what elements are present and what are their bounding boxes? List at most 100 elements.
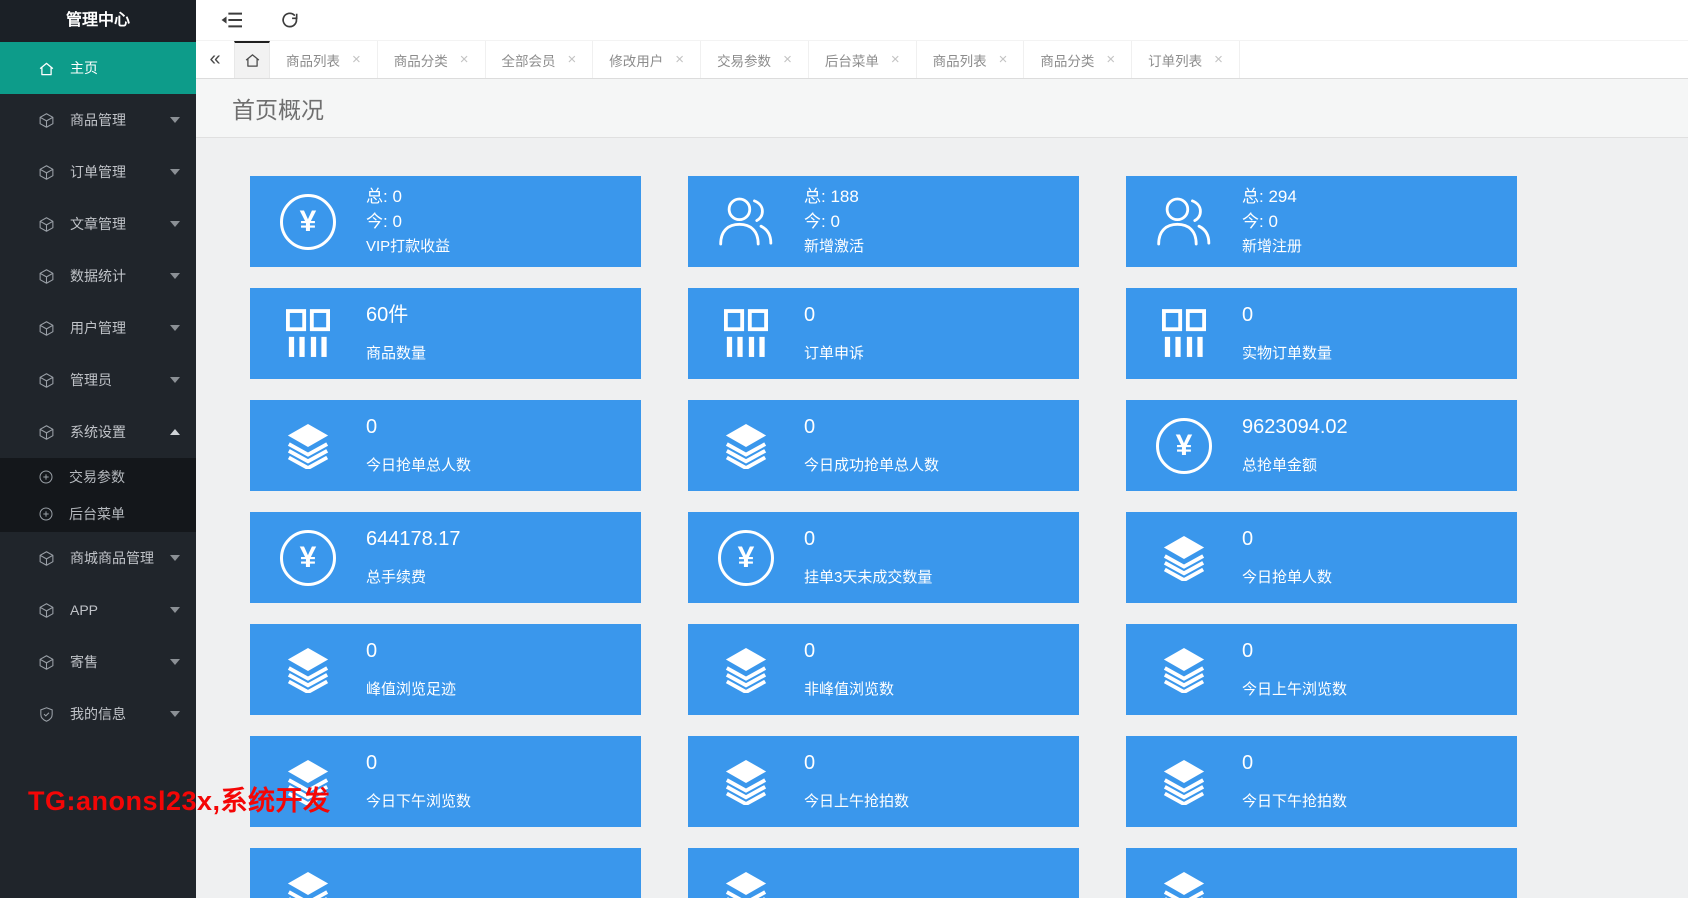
stat-card-icon-wrap — [1126, 647, 1242, 693]
stat-card-line: 今: 0 — [1242, 212, 1278, 231]
chevron-down-icon — [170, 273, 180, 279]
stat-card-icon-wrap — [688, 759, 804, 805]
circle-plus-icon — [38, 506, 54, 522]
tab-close-icon[interactable]: × — [1214, 52, 1223, 67]
tab-3[interactable]: 修改用户 × — [593, 41, 702, 78]
stat-card-value: 0 — [366, 416, 378, 438]
layers-icon — [284, 423, 332, 469]
stat-card: 总: 188 今: 0 新增激活 — [688, 176, 1079, 267]
stat-card: 0 今日上午抢拍数 — [688, 736, 1079, 827]
stat-card-label: 今日成功抢单总人数 — [804, 457, 940, 474]
tab-close-icon[interactable]: × — [891, 52, 900, 67]
cube-icon — [38, 372, 55, 389]
cube-icon — [38, 602, 55, 619]
sidebar-item-menu-3[interactable]: 文章管理 — [0, 198, 196, 250]
stat-card-value: 644178.17 — [366, 528, 461, 550]
tab-1[interactable]: 商品分类 × — [378, 41, 486, 78]
stat-card-line: 今: 0 — [366, 212, 402, 231]
stat-card-icon-wrap: ¥ — [250, 193, 366, 250]
chevron-down-icon — [170, 711, 180, 717]
tab-close-icon[interactable]: × — [999, 52, 1008, 67]
tab-close-icon[interactable]: × — [568, 52, 577, 67]
tab-close-icon[interactable]: × — [460, 52, 469, 67]
sidebar-subitem-1[interactable]: 后台菜单 — [0, 495, 196, 532]
cube-icon — [38, 112, 55, 129]
stat-card-label: 今日上午抢拍数 — [804, 793, 910, 810]
tab-8[interactable]: 订单列表 × — [1132, 41, 1240, 78]
refresh-icon[interactable] — [280, 10, 300, 30]
stat-card-label: 今日抢单总人数 — [366, 457, 472, 474]
stat-card-body: 0 今日下午浏览数 — [366, 752, 471, 811]
stat-card-body: 0 今日下午抢拍数 — [1242, 752, 1347, 811]
stat-card: 总: 294 今: 0 新增注册 — [1126, 176, 1517, 267]
tab-0[interactable]: 商品列表 × — [270, 41, 378, 78]
stat-card-icon-wrap — [688, 423, 804, 469]
tab-6[interactable]: 商品列表 × — [917, 41, 1025, 78]
main-area: « 商品列表 × 商品分类 × 全部会员 × 修改用户 × 交易参数 × 后台菜单 × 商品列表 × 商品分… — [196, 0, 1688, 898]
stat-card-value: 0 — [1242, 304, 1254, 326]
sidebar-item-label: 我的信息 — [70, 706, 126, 722]
tab-close-icon[interactable]: × — [675, 52, 684, 67]
stats-card-grid: ¥ 总: 0 今: 0 VIP打款收益 总: 188 今: 0 新增激活 总: 294 今: 0… — [250, 176, 1517, 898]
sidebar-subitem-label: 后台菜单 — [69, 505, 125, 522]
grid-icon — [724, 308, 768, 359]
tab-label: 订单列表 — [1148, 53, 1203, 69]
stat-card-partial — [1126, 848, 1517, 898]
sidebar-item-menu-1[interactable]: 商品管理 — [0, 94, 196, 146]
shield-icon — [38, 706, 55, 723]
stat-card-label: 非峰值浏览数 — [804, 681, 895, 698]
sidebar-item-menu-7[interactable]: 系统设置 — [0, 406, 196, 458]
stat-card-icon-wrap — [688, 195, 804, 248]
sidebar-subitem-0[interactable]: 交易参数 — [0, 458, 196, 495]
sidebar-item-menu-8[interactable]: 商城商品管理 — [0, 532, 196, 584]
tab-bar: « 商品列表 × 商品分类 × 全部会员 × 修改用户 × 交易参数 × 后台菜单 × 商品列表 × 商品分… — [196, 41, 1688, 79]
stat-card-icon-wrap — [688, 308, 804, 359]
layers-icon — [1160, 871, 1208, 898]
yen-icon: ¥ — [280, 193, 336, 250]
stat-card-icon-wrap — [1126, 195, 1242, 248]
stat-card-body: 总: 188 今: 0 新增激活 — [804, 184, 864, 259]
sidebar-item-menu-5[interactable]: 用户管理 — [0, 302, 196, 354]
stat-card-body: 0 今日上午抢拍数 — [804, 752, 909, 811]
layers-icon — [1160, 759, 1208, 805]
stat-card: 0 实物订单数量 — [1126, 288, 1517, 379]
tab-5[interactable]: 后台菜单 × — [809, 41, 917, 78]
sidebar-item-menu-4[interactable]: 数据统计 — [0, 250, 196, 302]
watermark-text: TG:anonsl23x,系统开发 — [28, 786, 331, 816]
tab-close-icon[interactable]: × — [783, 52, 792, 67]
tab-close-icon[interactable]: × — [352, 52, 361, 67]
stat-card-icon-wrap — [688, 871, 804, 898]
tab-2[interactable]: 全部会员 × — [486, 41, 594, 78]
stat-card: 0 今日下午抢拍数 — [1126, 736, 1517, 827]
sidebar-item-app[interactable]: APP — [0, 584, 196, 636]
stat-card: 0 今日抢单总人数 — [250, 400, 641, 491]
stat-card-value: 60件 — [366, 304, 409, 326]
chevron-up-icon — [170, 429, 180, 435]
tab-label: 全部会员 — [501, 53, 556, 69]
sidebar-item-menu-0[interactable]: 主页 — [0, 42, 196, 94]
sidebar-item-menu-11[interactable]: 我的信息 — [0, 688, 196, 740]
tab-7[interactable]: 商品分类 × — [1024, 41, 1133, 78]
stat-card-label: 总抢单金额 — [1242, 457, 1318, 474]
stat-card-label: 今日上午浏览数 — [1242, 681, 1348, 698]
sidebar: 管理中心 主页 商品管理 订单管理 文章管理 数据统计 用户管理 管理员 系统设置 交易参数后台… — [0, 0, 196, 898]
tabs-scroll-left-icon[interactable]: « — [196, 41, 234, 78]
sidebar-item-label: APP — [70, 602, 99, 618]
stat-card-body: 0 今日上午浏览数 — [1242, 640, 1347, 699]
stat-card: 0 订单申诉 — [688, 288, 1079, 379]
tab-close-icon[interactable]: × — [1106, 52, 1115, 67]
tab-home[interactable] — [234, 41, 270, 78]
tab-4[interactable]: 交易参数 × — [701, 41, 809, 78]
sidebar-item-menu-2[interactable]: 订单管理 — [0, 146, 196, 198]
stat-card-label: 今日下午浏览数 — [366, 793, 472, 810]
stat-card-body: 0 非峰值浏览数 — [804, 640, 894, 699]
sidebar-item-menu-10[interactable]: 寄售 — [0, 636, 196, 688]
tab-label: 商品列表 — [286, 53, 340, 69]
stat-card-line: 总: 294 — [1242, 187, 1297, 206]
collapse-sidebar-icon[interactable] — [220, 10, 244, 30]
tab-label: 后台菜单 — [824, 53, 879, 69]
app-title: 管理中心 — [0, 0, 196, 42]
sidebar-item-menu-6[interactable]: 管理员 — [0, 354, 196, 406]
stat-card: ¥ 总: 0 今: 0 VIP打款收益 — [250, 176, 641, 267]
stat-card-body: 0 今日抢单人数 — [1242, 528, 1332, 587]
